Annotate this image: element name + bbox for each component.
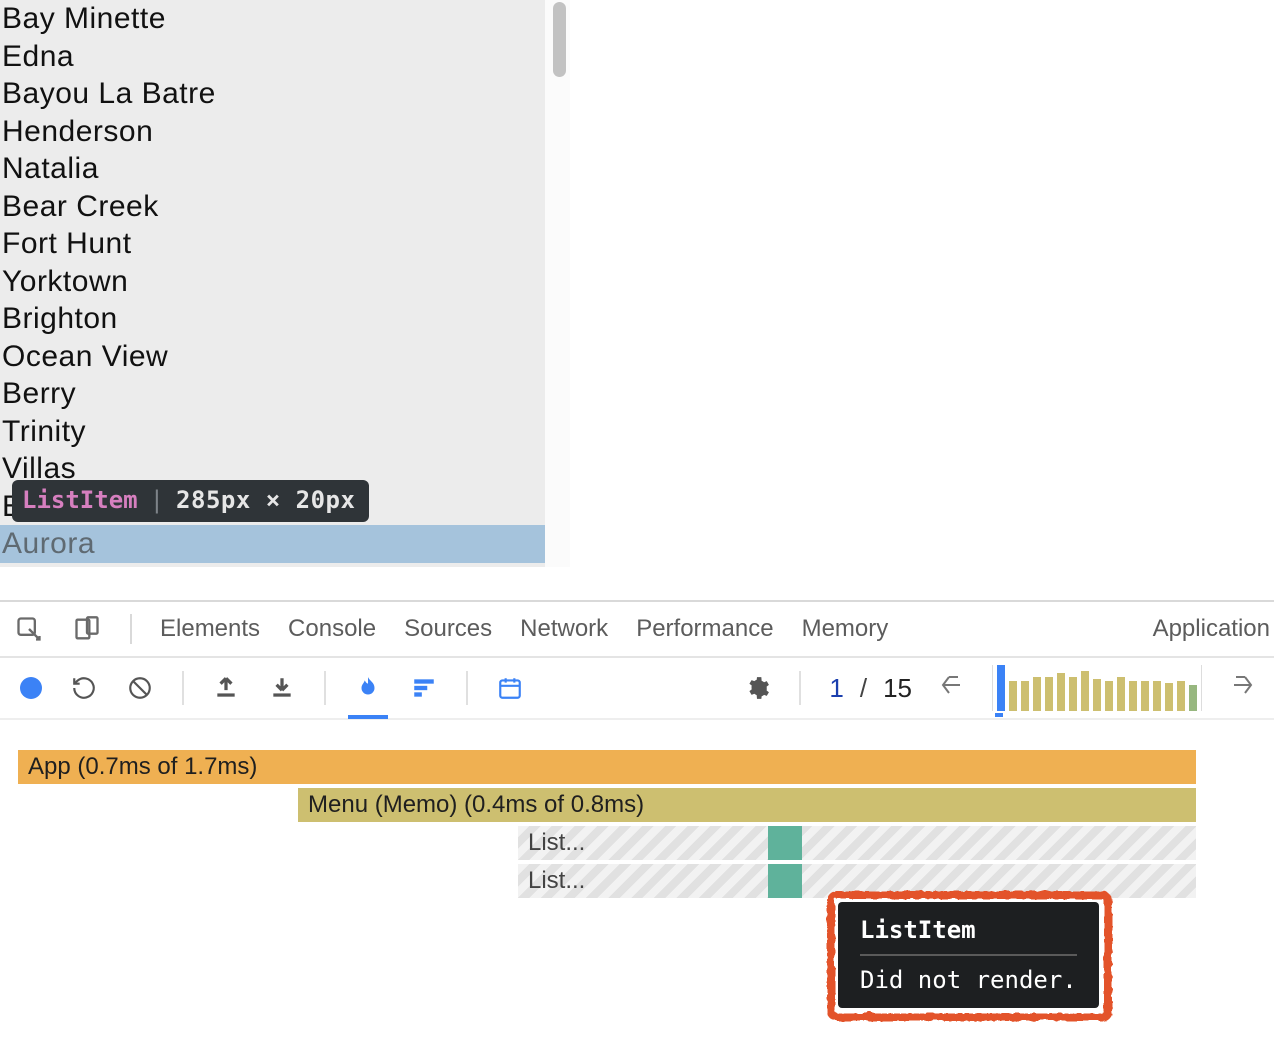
flame-render-cell[interactable] <box>768 864 802 898</box>
gear-icon[interactable] <box>743 674 771 702</box>
list-item[interactable]: Fort Hunt <box>0 225 545 263</box>
inspected-element-name: ListItem <box>22 486 138 514</box>
divider <box>182 671 184 705</box>
divider <box>466 671 468 705</box>
paginator-separator: / <box>860 673 867 704</box>
app-preview-pane: Bay Minette Edna Bayou La Batre Henderso… <box>0 0 570 567</box>
divider <box>799 671 801 705</box>
list-item[interactable]: Ocean View <box>0 338 545 376</box>
reload-icon[interactable] <box>70 674 98 702</box>
dnr-body: Did not render. <box>860 966 1077 994</box>
list-item[interactable]: Henderson <box>0 113 545 151</box>
minibar[interactable] <box>1105 681 1113 711</box>
scrollbar-track[interactable] <box>545 0 570 567</box>
did-not-render-callout: ListItem Did not render. <box>826 890 1111 1020</box>
minibar[interactable] <box>1057 673 1065 711</box>
minibar[interactable] <box>1069 677 1077 711</box>
export-profile-icon[interactable] <box>268 674 296 702</box>
import-profile-icon[interactable] <box>212 674 240 702</box>
list-item[interactable]: Edna <box>0 38 545 76</box>
flamegraph-tab-icon[interactable] <box>354 674 382 702</box>
ranked-tab-icon[interactable] <box>410 674 438 702</box>
current-commit-index: 1 <box>829 673 843 704</box>
flame-bar-label: List... <box>528 829 585 857</box>
tab-elements[interactable]: Elements <box>160 615 260 643</box>
flame-bar-listitem[interactable]: List... <box>518 826 1196 860</box>
minibar[interactable] <box>1021 681 1029 711</box>
flame-bar-label: List... <box>528 867 585 895</box>
record-button[interactable] <box>20 677 42 699</box>
minibar[interactable] <box>1093 679 1101 711</box>
divider <box>130 614 132 644</box>
list-item[interactable]: Trinity <box>0 413 545 451</box>
tab-performance[interactable]: Performance <box>636 615 773 643</box>
minibar[interactable] <box>1129 681 1137 711</box>
flame-bar-app[interactable]: App (0.7ms of 1.7ms) <box>18 750 1196 784</box>
minibar[interactable] <box>1117 677 1125 711</box>
inspect-element-icon[interactable] <box>14 614 44 644</box>
inspected-element-dimensions: 285px × 20px <box>176 486 355 514</box>
total-commits: 15 <box>883 673 912 704</box>
flame-bar-menu[interactable]: Menu (Memo) (0.4ms of 0.8ms) <box>298 788 1196 822</box>
minibar[interactable] <box>1081 671 1089 711</box>
divider-icon: | <box>150 486 164 514</box>
minibar[interactable] <box>1153 681 1161 711</box>
devtools-panel: Elements Console Sources Network Perform… <box>0 600 1274 902</box>
clear-icon[interactable] <box>126 674 154 702</box>
list-item[interactable]: Bayou La Batre <box>0 75 545 113</box>
list-item[interactable]: Berry <box>0 375 545 413</box>
commit-paginator: 1 / 15 <box>829 673 912 704</box>
list-item[interactable]: Natalia <box>0 150 545 188</box>
list-item[interactable]: Bay Minette <box>0 0 545 38</box>
tab-console[interactable]: Console <box>288 615 376 643</box>
minibar[interactable] <box>1141 681 1149 711</box>
minibar[interactable] <box>1165 683 1173 711</box>
minibar[interactable] <box>1189 685 1197 711</box>
list-item[interactable]: Brighton <box>0 300 545 338</box>
list-item-highlighted[interactable]: Aurora <box>0 525 545 563</box>
minibar[interactable] <box>1033 677 1041 711</box>
minibar[interactable] <box>1009 681 1017 711</box>
commit-minibar-chart[interactable] <box>992 665 1202 711</box>
flamegraph[interactable]: App (0.7ms of 1.7ms) Menu (Memo) (0.4ms … <box>0 720 1274 900</box>
minibar[interactable] <box>1177 681 1185 711</box>
flame-render-cell[interactable] <box>768 826 802 860</box>
dnr-title: ListItem <box>860 916 1077 956</box>
minibar[interactable] <box>1045 677 1053 711</box>
list-item[interactable]: Bear Creek <box>0 188 545 226</box>
tab-application[interactable]: Application <box>1153 615 1274 643</box>
prev-commit-button[interactable] <box>940 673 964 704</box>
tab-memory[interactable]: Memory <box>802 615 889 643</box>
device-toolbar-icon[interactable] <box>72 614 102 644</box>
tab-sources[interactable]: Sources <box>404 615 492 643</box>
profiler-toolbar: 1 / 15 <box>0 658 1274 720</box>
tab-network[interactable]: Network <box>520 615 608 643</box>
scrollbar-thumb[interactable] <box>553 2 566 77</box>
timeline-icon[interactable] <box>496 674 524 702</box>
element-inspector-tooltip: ListItem | 285px × 20px <box>12 480 369 522</box>
devtools-tab-strip: Elements Console Sources Network Perform… <box>0 602 1274 658</box>
list-item[interactable]: Yorktown <box>0 263 545 301</box>
minibar[interactable] <box>997 665 1005 711</box>
next-commit-button[interactable] <box>1230 673 1254 704</box>
did-not-render-tooltip: ListItem Did not render. <box>838 902 1099 1008</box>
divider <box>324 671 326 705</box>
